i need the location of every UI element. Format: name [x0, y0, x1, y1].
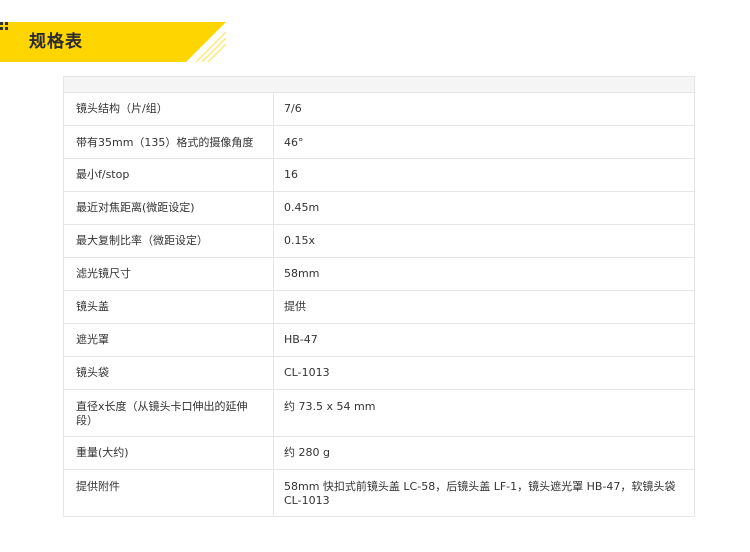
spec-label: 重量(大约) — [63, 436, 274, 470]
spec-value: HB-47 — [273, 323, 695, 357]
spec-table: 镜头结构（片/组） 7/6 带有35mm（135）格式的摄像角度 46° 最小f/sto… — [63, 76, 695, 517]
spec-label: 最大复制比率（微距设定） — [63, 224, 274, 258]
dots-bullet-icon — [0, 22, 8, 30]
spec-label: 最小f/stop — [63, 158, 274, 192]
spec-value: 58mm 快扣式前镜头盖 LC-58，后镜头盖 LF-1，镜头遮光罩 HB-47… — [284, 480, 676, 507]
spec-value: 0.15x — [273, 224, 695, 258]
spec-value: 约 280 g — [273, 436, 695, 470]
spec-value: 46° — [273, 125, 695, 159]
spec-label: 滤光镜尺寸 — [63, 257, 274, 291]
table-row: 直径x长度（从镜头卡口伸出的延伸段）约 73.5 x 54 mm — [63, 389, 695, 437]
table-row: 镜头结构（片/组） 7/6 — [63, 92, 695, 126]
spec-value: 7/6 — [273, 92, 695, 126]
spec-label: 镜头袋 — [63, 356, 274, 390]
table-row: 镜头盖 提供 — [63, 290, 695, 324]
spec-label: 直径x长度（从镜头卡口伸出的延伸段） — [63, 389, 274, 437]
spec-label: 带有35mm（135）格式的摄像角度 — [63, 125, 274, 159]
table-header-bar — [63, 76, 695, 93]
spec-value: 58mm — [273, 257, 695, 291]
table-row: 最近对焦距离(微距设定) 0.45m — [63, 191, 695, 225]
section-banner: 规格表 — [0, 22, 226, 62]
table-row: 滤光镜尺寸 58mm — [63, 257, 695, 291]
table-row: 提供附件 58mm 快扣式前镜头盖 LC-58，后镜头盖 LF-1，镜头遮光罩 H… — [63, 469, 695, 517]
spec-label: 遮光罩 — [63, 323, 274, 357]
table-row: 重量(大约) 约 280 g — [63, 436, 695, 470]
section-title: 规格表 — [29, 32, 83, 52]
spec-value: 提供 — [273, 290, 695, 324]
table-row: 遮光罩 HB-47 — [63, 323, 695, 357]
spec-label: 镜头结构（片/组） — [63, 92, 274, 126]
spec-value: 约 73.5 x 54 mm — [273, 389, 695, 437]
spec-label: 提供附件 — [63, 469, 274, 517]
spec-label: 最近对焦距离(微距设定) — [63, 191, 274, 225]
table-row: 镜头袋 CL-1013 — [63, 356, 695, 390]
spec-label: 镜头盖 — [63, 290, 274, 324]
spec-value: 16 — [273, 158, 695, 192]
table-row: 带有35mm（135）格式的摄像角度 46° — [63, 125, 695, 159]
table-row: 最小f/stop 16 — [63, 158, 695, 192]
table-row: 最大复制比率（微距设定） 0.15x — [63, 224, 695, 258]
spec-value: 0.45m — [273, 191, 695, 225]
spec-value: CL-1013 — [273, 356, 695, 390]
